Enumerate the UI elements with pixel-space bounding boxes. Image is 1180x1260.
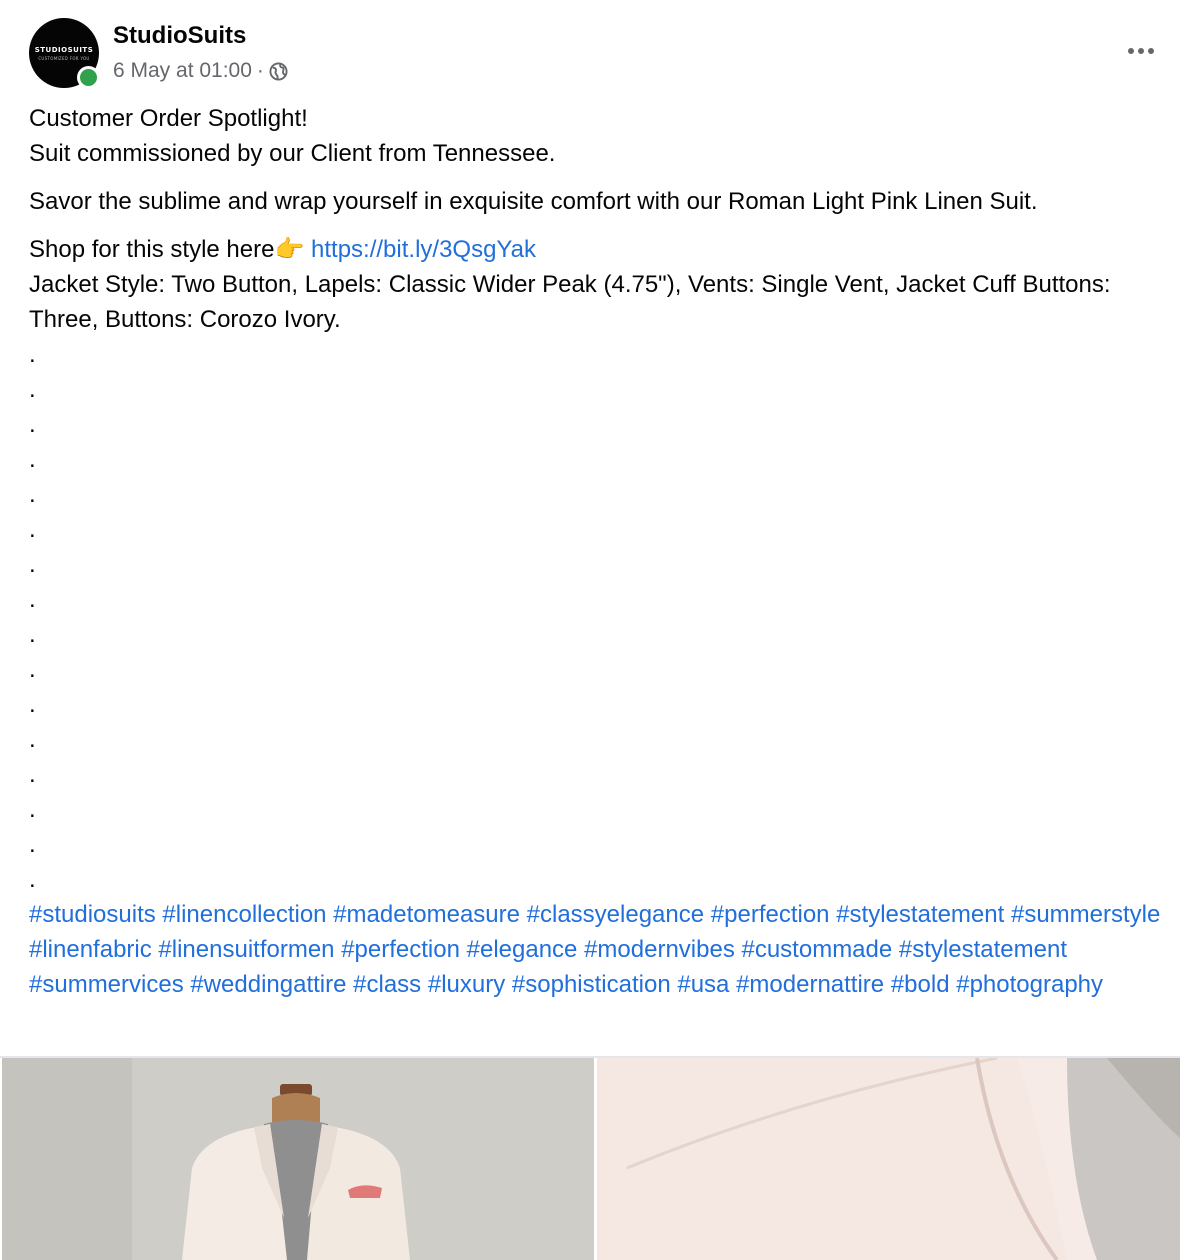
photo-grid (0, 1058, 1180, 1260)
hashtag-link[interactable]: #class (353, 971, 421, 998)
post-meta: 6 May at 01:00 · (113, 59, 288, 83)
hashtag-link[interactable]: #classyelegance (527, 901, 704, 928)
shop-text: Shop for this style here👉 (29, 236, 312, 263)
hashtag-link[interactable]: #sophistication (512, 971, 671, 998)
shop-link[interactable]: https://bit.ly/3QsgYak (311, 236, 536, 263)
globe-icon[interactable] (269, 61, 288, 81)
hashtag-link[interactable]: #perfection (341, 936, 460, 963)
spacer-dot: . (29, 796, 36, 823)
avatar-logo-subtext: CUSTOMIZED FOR YOU (38, 56, 90, 61)
photo-mannequin-suit[interactable] (2, 1058, 594, 1260)
more-options-icon-dot (1138, 48, 1144, 54)
more-options-icon (1128, 48, 1134, 54)
hashtag-link[interactable]: #stylestatement (836, 901, 1004, 928)
spacer-dot: . (29, 831, 36, 858)
hashtag-link[interactable]: #usa (677, 971, 729, 998)
spacer-dot: . (29, 376, 36, 403)
hashtag-link[interactable]: #madetomeasure (333, 901, 520, 928)
avatar-logo-text: STUDIOSUITS (34, 46, 94, 54)
hashtag-link[interactable]: #perfection (711, 901, 830, 928)
spacer-dot: . (29, 411, 36, 438)
spacer-dots: ................ (29, 337, 1169, 897)
hashtag-link[interactable]: #studiosuits (29, 901, 156, 928)
hashtag-link[interactable]: #custommade (741, 936, 892, 963)
spacer-dot: . (29, 621, 36, 648)
spacer-dot: . (29, 866, 36, 893)
spacer-dot: . (29, 551, 36, 578)
hashtag-link[interactable]: #photography (956, 971, 1103, 998)
post-header: STUDIOSUITS CUSTOMIZED FOR YOU StudioSui… (29, 18, 1159, 89)
post-line-client: Suit commissioned by our Client from Ten… (29, 140, 556, 167)
spacer-dot: . (29, 761, 36, 788)
photo-fabric-closeup[interactable] (597, 1058, 1180, 1260)
hashtag-link[interactable]: #linensuitformen (158, 936, 334, 963)
post-line-shop: Shop for this style here👉 https://bit.ly… (29, 232, 1169, 267)
more-options-button[interactable] (1123, 36, 1159, 66)
post-line-description: Savor the sublime and wrap yourself in e… (29, 188, 1038, 215)
meta-separator: · (256, 59, 264, 82)
hashtag-link[interactable]: #summervices (29, 971, 184, 998)
spacer-dot: . (29, 446, 36, 473)
spacer-dot: . (29, 691, 36, 718)
post-text: Customer Order Spotlight! Suit commissio… (29, 101, 1169, 1002)
online-status-dot (77, 66, 100, 89)
spacer-dot: . (29, 656, 36, 683)
hashtag-link[interactable]: #linenfabric (29, 936, 152, 963)
hashtag-link[interactable]: #linencollection (162, 901, 326, 928)
hashtag-link[interactable]: #summerstyle (1011, 901, 1160, 928)
avatar[interactable]: STUDIOSUITS CUSTOMIZED FOR YOU (29, 18, 100, 89)
hashtag-link[interactable]: #stylestatement (899, 936, 1067, 963)
more-options-icon-dot (1148, 48, 1154, 54)
post-timestamp[interactable]: 6 May at 01:00 (113, 59, 252, 83)
spacer-dot: . (29, 341, 36, 368)
page-name[interactable]: StudioSuits (113, 22, 246, 50)
hashtag-link[interactable]: #elegance (467, 936, 578, 963)
spacer-dot: . (29, 516, 36, 543)
hashtag-link[interactable]: #luxury (428, 971, 505, 998)
hashtag-link[interactable]: #weddingattire (190, 971, 346, 998)
hashtag-link[interactable]: #modernvibes (584, 936, 735, 963)
spacer-dot: . (29, 586, 36, 613)
spacer-dot: . (29, 726, 36, 753)
hashtag-list: #studiosuits #linencollection #madetomea… (29, 897, 1169, 1002)
hashtag-link[interactable]: #bold (891, 971, 950, 998)
post-line-headline: Customer Order Spotlight! (29, 105, 308, 132)
post-line-details: Jacket Style: Two Button, Lapels: Classi… (29, 271, 1111, 333)
hashtag-link[interactable]: #modernattire (736, 971, 884, 998)
spacer-dot: . (29, 481, 36, 508)
